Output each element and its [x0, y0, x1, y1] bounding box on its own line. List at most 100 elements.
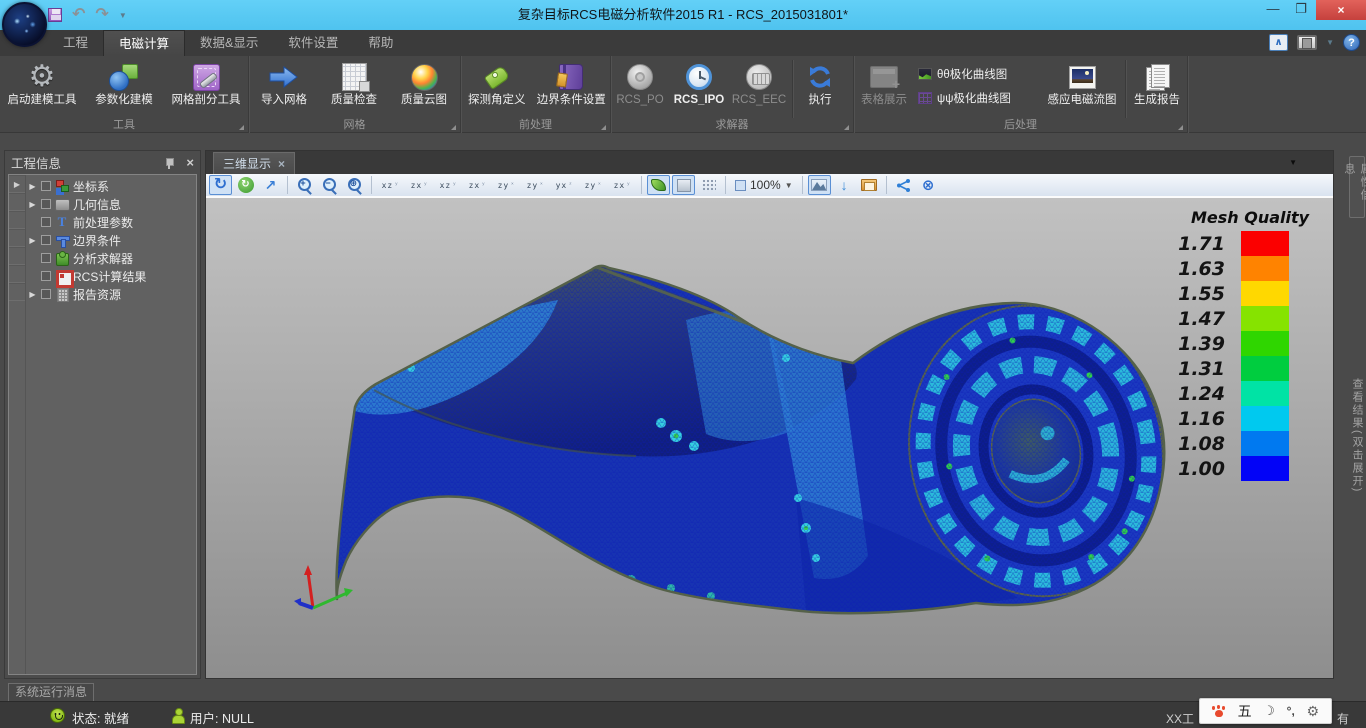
- group-launcher-icon[interactable]: [1178, 125, 1183, 130]
- expand-arrow-icon[interactable]: ▶: [28, 182, 37, 191]
- redo-icon[interactable]: ↷: [95, 7, 108, 23]
- rail-arrow-icon[interactable]: ▶: [9, 175, 25, 193]
- rcs-ipo-button[interactable]: RCS_IPO: [669, 58, 729, 118]
- ribbon-tab-data-display[interactable]: 数据&显示: [185, 30, 273, 56]
- refresh-view-button[interactable]: ↻: [234, 175, 257, 195]
- quick-access-caret-icon[interactable]: ▼: [119, 11, 127, 20]
- induced-current-map-button[interactable]: 感应电磁流图: [1042, 58, 1122, 118]
- zoom-level-control[interactable]: 100% ▼: [731, 175, 797, 195]
- ribbon-tab-em-compute[interactable]: 电磁计算: [103, 30, 185, 56]
- ribbon-tab-settings[interactable]: 软件设置: [273, 30, 353, 56]
- zoom-fit-button[interactable]: ⊕: [343, 175, 366, 195]
- close-button[interactable]: ×: [1316, 0, 1366, 20]
- ime-settings-gear-icon[interactable]: ⚙: [1307, 703, 1320, 720]
- snapshot-button[interactable]: [858, 175, 881, 195]
- view-iso-1-button[interactable]: yxᶻ: [551, 175, 578, 195]
- view-iso-3-button[interactable]: zxʸ: [609, 175, 636, 195]
- detect-angle-button[interactable]: 探测角定义: [461, 58, 533, 118]
- rcs-eec-button[interactable]: RCS_EEC: [729, 58, 789, 118]
- quality-check-button[interactable]: 质量检查: [319, 58, 389, 118]
- checkbox[interactable]: [41, 199, 51, 209]
- panel-close-icon[interactable]: ×: [186, 157, 194, 169]
- ime-punctuation-toggle[interactable]: °,: [1287, 704, 1295, 718]
- checkbox[interactable]: [41, 253, 51, 263]
- points-mode-button[interactable]: [697, 175, 720, 195]
- ribbon-tab-help[interactable]: 帮助: [353, 30, 408, 56]
- psi-polar-curve-button[interactable]: ψψ极化曲线图: [914, 86, 1042, 110]
- view-back-button[interactable]: zxʸ: [406, 175, 433, 195]
- restore-button[interactable]: ❐: [1290, 0, 1312, 20]
- tab-list-caret-icon[interactable]: ▼: [1289, 158, 1297, 167]
- clear-view-button[interactable]: ⊗: [917, 175, 940, 195]
- quality-cloudmap-button[interactable]: 质量云图: [389, 58, 459, 118]
- group-launcher-icon[interactable]: [451, 125, 456, 130]
- legend-swatch: [1241, 381, 1289, 406]
- boundary-condition-button[interactable]: 边界条件设置: [533, 58, 610, 118]
- zoom-out-button[interactable]: −: [318, 175, 341, 195]
- theta-polar-curve-button[interactable]: θθ极化曲线图: [914, 62, 1042, 86]
- group-launcher-icon[interactable]: [844, 125, 849, 130]
- display-style-icon[interactable]: [1297, 35, 1317, 50]
- share-flow-button[interactable]: [892, 175, 915, 195]
- app-logo[interactable]: [2, 2, 47, 47]
- display-style-caret-icon[interactable]: ▼: [1326, 38, 1334, 47]
- tree-item-preprocess-params[interactable]: T 前处理参数: [26, 213, 196, 231]
- zoom-in-button[interactable]: +: [293, 175, 316, 195]
- tab-property-info[interactable]: 属性信息: [1349, 156, 1365, 218]
- execute-button[interactable]: 执行: [796, 58, 844, 118]
- collapse-ribbon-button[interactable]: ∧: [1269, 34, 1288, 51]
- launch-modeling-tool-button[interactable]: ⚙ 启动建模工具: [0, 58, 84, 118]
- save-icon[interactable]: [48, 8, 62, 22]
- import-mesh-button[interactable]: 导入网格: [249, 58, 319, 118]
- view-top-button[interactable]: zyˣ: [493, 175, 520, 195]
- group-launcher-icon[interactable]: [239, 125, 244, 130]
- system-message-tab[interactable]: 系统运行消息: [8, 683, 94, 701]
- view-left-button[interactable]: xzʸ: [435, 175, 462, 195]
- surface-mode-button[interactable]: [672, 175, 695, 195]
- ribbon-tab-project[interactable]: 工程: [48, 30, 103, 56]
- ime-mode-indicator[interactable]: 五: [1238, 701, 1252, 721]
- pin-icon[interactable]: [164, 157, 174, 169]
- checkbox[interactable]: [41, 271, 51, 281]
- orbit-rotate-button[interactable]: ↻: [209, 175, 232, 195]
- tree-item-rcs-results[interactable]: RCS计算结果: [26, 267, 196, 285]
- view-iso-2-button[interactable]: zyˣ: [580, 175, 607, 195]
- table-display-button[interactable]: 表格展示: [854, 58, 914, 118]
- minimize-button[interactable]: —: [1262, 0, 1284, 20]
- rcs-po-button[interactable]: RCS_PO: [611, 58, 669, 118]
- tree-item-report-resources[interactable]: ▶ 报告资源: [26, 285, 196, 303]
- ime-brand-paw-icon[interactable]: [1212, 705, 1226, 718]
- shaded-mode-button[interactable]: [647, 175, 670, 195]
- moon-icon[interactable]: ☽: [1263, 703, 1275, 719]
- checkbox[interactable]: [41, 235, 51, 245]
- tree-item-boundary[interactable]: ▶ 边界条件: [26, 231, 196, 249]
- rainbow-sphere-icon: [411, 64, 438, 91]
- tree-item-coordinates[interactable]: ▶ 坐标系: [26, 177, 196, 195]
- tree-item-solver[interactable]: 分析求解器: [26, 249, 196, 267]
- checkbox[interactable]: [41, 217, 51, 227]
- view-bottom-button[interactable]: zyˣ: [522, 175, 549, 195]
- tab-3d-display[interactable]: 三维显示 ×: [213, 152, 295, 174]
- export-down-button[interactable]: ↓: [833, 175, 856, 195]
- expand-arrow-icon[interactable]: ▶: [28, 200, 37, 209]
- tab-view-results[interactable]: 查看结果(双击展开): [1349, 366, 1365, 506]
- undo-icon[interactable]: ↶: [72, 7, 85, 23]
- mesh-partition-tool-button[interactable]: 网格剖分工具: [164, 58, 248, 118]
- pan-zoom-button[interactable]: ↗: [259, 175, 282, 195]
- view-right-button[interactable]: zxʸ: [464, 175, 491, 195]
- view-front-button[interactable]: xzʸ: [377, 175, 404, 195]
- parametric-modeling-button[interactable]: 参数化建模: [84, 58, 164, 118]
- checkbox[interactable]: [41, 289, 51, 299]
- tree-item-geometry[interactable]: ▶ 几何信息: [26, 195, 196, 213]
- expand-arrow-icon[interactable]: ▶: [28, 236, 37, 245]
- background-mode-button[interactable]: [808, 175, 831, 195]
- group-launcher-icon[interactable]: [601, 125, 606, 130]
- ime-toolbar[interactable]: 五 ☽ °, ⚙: [1199, 698, 1332, 724]
- expand-arrow-icon[interactable]: ▶: [28, 290, 37, 299]
- help-button[interactable]: ?: [1343, 34, 1360, 51]
- zoom-caret-icon[interactable]: ▼: [785, 181, 793, 190]
- 3d-canvas[interactable]: Mesh Quality 1.71 1.63 1.55 1.47 1.39 1.…: [206, 198, 1333, 678]
- generate-report-button[interactable]: 生成报告: [1129, 58, 1185, 118]
- tab-close-icon[interactable]: ×: [278, 157, 285, 171]
- checkbox[interactable]: [41, 181, 51, 191]
